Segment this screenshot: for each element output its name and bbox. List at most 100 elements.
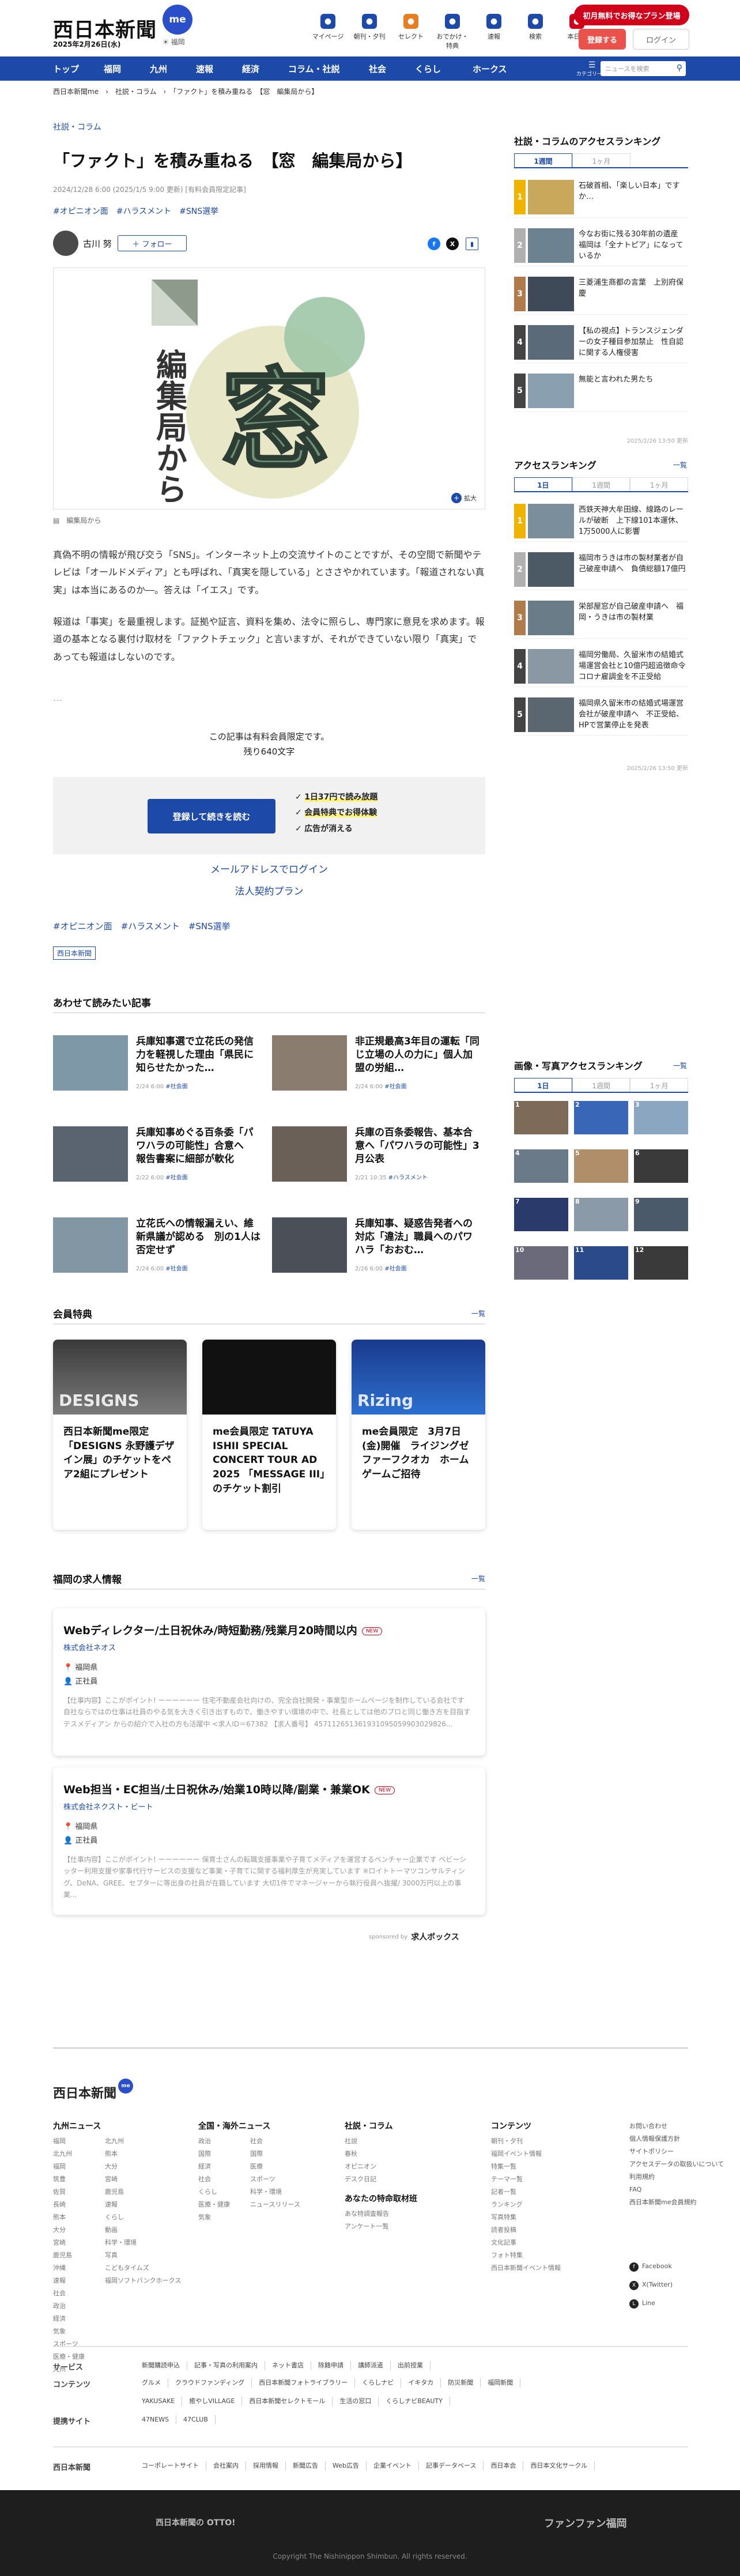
ranking-item[interactable]: 1 石破首相、「楽しい日本」ですか… [514, 176, 688, 218]
footer-bar-link[interactable]: 講師派遣 [351, 2361, 391, 2370]
footer-link[interactable]: 福岡ソフトバンクホークス [105, 2275, 181, 2287]
footer-link[interactable]: 福岡 [53, 2135, 85, 2148]
footer-link[interactable]: 読者投稿 [491, 2224, 561, 2236]
ranking-thumbnail[interactable] [528, 649, 574, 684]
footer-bar-link[interactable]: イキタカ [401, 2378, 441, 2388]
footer-link[interactable]: 速報 [105, 2198, 181, 2211]
footer-link[interactable]: テーマ一覧 [491, 2173, 561, 2186]
footer-right-link[interactable]: サイトポリシー [629, 2145, 724, 2158]
footer-me-badge[interactable]: me [118, 2079, 133, 2094]
footer-bar-link[interactable]: 西日本文化サークル [523, 2461, 595, 2471]
related-category[interactable]: #社会面 [384, 1266, 406, 1272]
footer-link[interactable]: 社会 [250, 2135, 300, 2148]
footer-link[interactable]: ランキング [491, 2198, 561, 2211]
header-icon-item[interactable]: ● おでかけ・特典 [436, 14, 469, 50]
nav-item[interactable]: コラム・社説 [288, 56, 340, 81]
ranking-thumbnail[interactable] [528, 228, 574, 263]
search-input[interactable]: ニュースを検索 ⚲ [601, 61, 686, 76]
footer-link[interactable]: 鹿児島 [105, 2186, 181, 2198]
footer-link[interactable]: 政治 [53, 2300, 85, 2313]
gallery-thumbnail[interactable]: 1 [514, 1101, 568, 1134]
footer-link[interactable]: 筑豊 [53, 2173, 85, 2186]
related-article[interactable]: 兵庫の百条委報告、基本合意へ「パワハラの可能性」3月公表 2/21 10:35 #… [272, 1126, 480, 1182]
x-share-icon[interactable]: X [446, 237, 459, 250]
article-tags[interactable]: #オピニオン面 #ハラスメント #SNS選挙 [53, 205, 218, 217]
nav-item[interactable]: くらし [415, 56, 441, 81]
footer-right-link[interactable]: 西日本新聞me会員規約 [629, 2196, 724, 2209]
related-category[interactable]: #社会面 [165, 1266, 187, 1272]
follow-button[interactable]: ＋ フォロー [118, 235, 187, 251]
footer-bar-link[interactable]: コーポレートサイト [135, 2461, 206, 2471]
ranking-thumbnail[interactable] [528, 277, 574, 311]
footer-link[interactable]: 福岡 [53, 2160, 85, 2173]
ranking-tab[interactable]: 1週間 [514, 153, 572, 167]
ranking-tab[interactable]: 1日 [514, 477, 572, 491]
ranking-title[interactable]: 三菱浦生商都の言葉 上別府保慶 [579, 278, 687, 300]
member-benefit-card[interactable]: DESIGNS 西日本新聞me限定「DESIGNS 永野護デザイン展」のチケットを… [53, 1340, 187, 1530]
footer-link[interactable]: 西日本新聞イベント情報 [491, 2262, 561, 2275]
member-benefit-title[interactable]: me会員限定 3月7日(金)開催 ライジングゼファーフクオカ ホームゲームご招待 [362, 1425, 477, 1482]
footer-link[interactable]: 熊本 [53, 2211, 85, 2224]
footer-link[interactable]: 気象 [53, 2325, 85, 2338]
footer-link[interactable]: アンケート一覧 [345, 2220, 389, 2233]
related-category[interactable]: #ハラスメント [388, 1175, 428, 1181]
footer-link[interactable]: 国際 [250, 2148, 300, 2160]
footer-link[interactable]: 特集一覧 [491, 2160, 561, 2173]
footer-bar-link[interactable]: 除籍申請 [311, 2361, 351, 2370]
footer-bar-link[interactable]: 47NEWS [135, 2415, 177, 2424]
footer-link[interactable]: 科学・環境 [250, 2186, 300, 2198]
footer-bar-link[interactable]: 出前授業 [391, 2361, 431, 2370]
footer-link[interactable]: 宮崎 [105, 2173, 181, 2186]
footer-right-link[interactable]: お問い合わせ [629, 2120, 724, 2133]
header-icon-item[interactable]: ● 検索 [519, 14, 552, 50]
newspaper-badge[interactable]: 西日本新聞 [53, 946, 96, 960]
ranking-item[interactable]: 2 福岡市うきは市の製材業者が自己破産申請へ 負債総額17億円 [514, 549, 688, 590]
footer-link[interactable]: くらし [198, 2186, 230, 2198]
ranking-item[interactable]: 5 無能と言われた男たち [514, 370, 688, 412]
footer-bar-link[interactable]: 生活の窓口 [333, 2397, 379, 2406]
member-benefit-image[interactable]: Rizing [352, 1340, 485, 1415]
ranking-tab[interactable]: 1ヶ月 [630, 1078, 689, 1092]
footer-bar-link[interactable]: 47CLUB [176, 2415, 216, 2424]
ranking-tab[interactable]: 1週間 [572, 477, 630, 491]
footer-bar-link[interactable]: 記事データベース [419, 2461, 484, 2471]
footer-link[interactable]: 文化記事 [491, 2236, 561, 2249]
ranking-thumbnail[interactable] [528, 552, 574, 587]
related-thumbnail[interactable] [53, 1035, 128, 1091]
footer-logo[interactable]: 西日本新聞 [53, 2083, 116, 2102]
ranking-thumbnail[interactable] [528, 601, 574, 635]
ranking-title[interactable]: 福岡市うきは市の製材業者が自己破産申請へ 負債総額17億円 [579, 553, 687, 575]
breadcrumb[interactable]: 西日本新聞me › 社説・コラム › 「ファクト」を積み重ねる 【窓 編集局から… [53, 86, 318, 96]
access-ranking-more-link[interactable]: 一覧 [673, 460, 687, 470]
footer-link[interactable]: こどもタイムズ [105, 2262, 181, 2275]
ranking-title[interactable]: 福岡県久留米市の結婚式場運営会社が破産申請へ 不正受給、HPで営業停止を発表 [579, 699, 687, 731]
footer-bar-link[interactable]: 新聞広告 [286, 2461, 326, 2471]
footer-bar-link[interactable]: ネット書店 [265, 2361, 311, 2370]
nav-item[interactable]: 速報 [196, 56, 213, 81]
trial-plan-button[interactable]: 初月無料でお得なプラン登場 [574, 5, 689, 25]
article-image[interactable]: 編集局から 窓 + 拡大 [53, 267, 485, 510]
footer-link[interactable]: 宮崎 [53, 2236, 85, 2249]
footer-link[interactable]: ニュースリリース [250, 2198, 300, 2211]
ranking-title[interactable]: 福岡労働局、久留米市の結婚式場運営会社と10億円超追徴命令 コロナ雇調金を不正受… [579, 650, 693, 683]
footer-bar-link[interactable]: 癒やしVILLAGE [182, 2397, 243, 2406]
social-link[interactable]: L Line [629, 2294, 673, 2313]
gallery-more-link[interactable]: 一覧 [673, 1061, 687, 1070]
related-title[interactable]: 立花氏への情報漏えい、維新県議が認める 別の1人は否定せず [136, 1217, 260, 1257]
ranking-tab[interactable]: 1ヶ月 [572, 153, 630, 167]
nav-item[interactable]: トップ [53, 56, 79, 81]
footer-bar-link[interactable]: 西日本新聞フォトライブラリー [252, 2378, 356, 2388]
job-title[interactable]: Web担当・EC担当/土日祝休み/始業10時以降/副業・兼業OK NEW [63, 1781, 395, 1797]
nav-item[interactable]: 経済 [242, 56, 259, 81]
ranking-title[interactable]: 【私の視点】トランスジェンダーの女子種目参加禁止 性自認に関する人権侵害 [579, 326, 687, 359]
bookmark-icon[interactable]: ▮ [466, 237, 478, 250]
nav-item[interactable]: 九州 [150, 56, 167, 81]
ranking-title[interactable]: 西鉄天神大牟田線、線路のレールが破断 上下線101本運休、1万5000人に影響 [579, 505, 687, 538]
footer-link[interactable]: 経済 [198, 2160, 230, 2173]
job-card[interactable]: Webディレクター/土日祝休み/時短勤務/残業月20時間以内 NEW 株式会社ネオス… [53, 1608, 485, 1756]
job-title-text[interactable]: Webディレクター/土日祝休み/時短勤務/残業月20時間以内 [63, 1624, 357, 1637]
member-benefit-card[interactable]: me会員限定 TATUYA ISHII SPECIAL CONCERT TOUR… [202, 1340, 336, 1530]
author-name[interactable]: 古川 努 [83, 237, 112, 250]
footer-link[interactable]: 経済 [53, 2313, 85, 2325]
gallery-thumbnail[interactable]: 4 [514, 1149, 568, 1183]
